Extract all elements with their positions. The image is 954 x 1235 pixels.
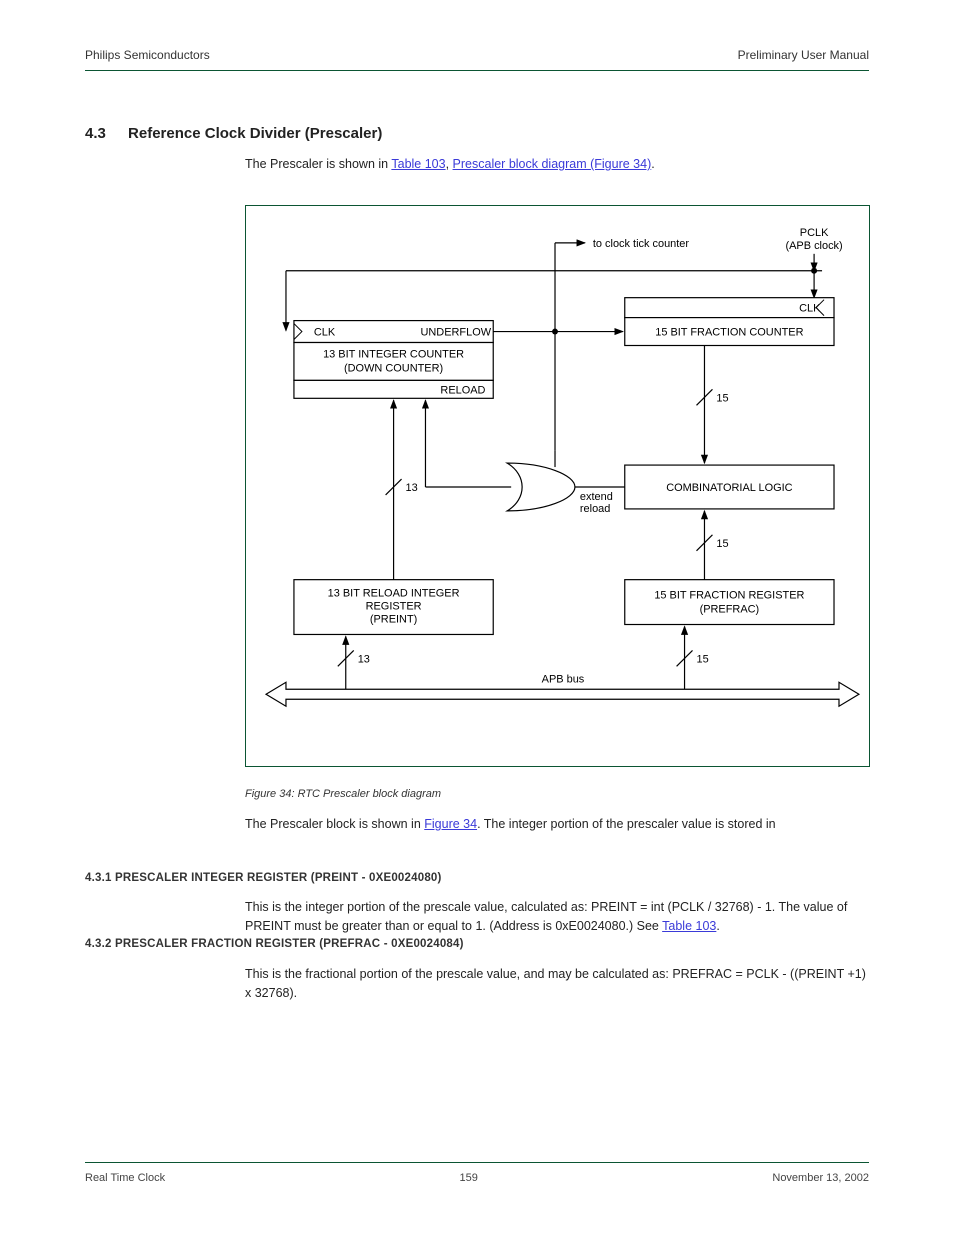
bus-width-15-c: 15 xyxy=(697,653,709,665)
p1-b: . The integer portion of the prescaler v… xyxy=(477,817,776,831)
paragraph-preint: This is the integer portion of the presc… xyxy=(245,898,869,936)
label-int-reg-l3: (PREINT) xyxy=(370,614,417,626)
label-comb-logic: COMBINATORIAL LOGIC xyxy=(666,482,792,494)
label-extend-reload-l2: reload xyxy=(580,503,610,515)
header-rule xyxy=(85,70,869,71)
bus-width-15-b: 15 xyxy=(716,538,728,550)
label-extend-reload-l1: extend xyxy=(580,491,613,503)
label-fraction-counter: 15 BIT FRACTION COUNTER xyxy=(655,327,803,339)
label-frac-reg-l2: (PREFRAC) xyxy=(700,604,760,616)
label-int-reg-l2: REGISTER xyxy=(366,601,422,613)
link-figure-34[interactable]: Prescaler block diagram (Figure 34) xyxy=(453,157,652,171)
p2-b: . xyxy=(716,919,719,933)
intro-ref-b: , xyxy=(446,157,453,171)
figure-caption: Figure 34: RTC Prescaler block diagram xyxy=(245,788,869,800)
intro-paragraph: The Prescaler is shown in Table 103, Pre… xyxy=(245,155,869,173)
subsection-preint: 4.3.1 PRESCALER INTEGER REGISTER (PREINT… xyxy=(85,872,442,884)
bus-width-13-b: 13 xyxy=(358,653,370,665)
link-figure-34-b[interactable]: Figure 34 xyxy=(424,817,477,831)
bus-width-13-a: 13 xyxy=(406,482,418,494)
label-pclk: PCLK xyxy=(800,227,829,239)
label-int-clk: CLK xyxy=(314,327,336,339)
link-table-103[interactable]: Table 103 xyxy=(391,157,445,171)
label-to-tick: to clock tick counter xyxy=(593,238,690,250)
bus-width-15-a: 15 xyxy=(716,392,728,404)
section-number: 4.3 xyxy=(85,125,106,142)
section-heading: Reference Clock Divider (Prescaler) xyxy=(128,125,382,142)
footer-right: November 13, 2002 xyxy=(772,1172,869,1184)
label-frac-clk: CLK xyxy=(799,303,821,315)
intro-ref-c: . xyxy=(651,157,654,171)
page-footer: Real Time Clock 159 November 13, 2002 xyxy=(85,1172,869,1184)
label-int-counter-l2: (DOWN COUNTER) xyxy=(344,362,443,374)
footer-page-number: 159 xyxy=(460,1172,478,1184)
apb-bus-arrow xyxy=(266,682,859,706)
label-apb-bus: APB bus xyxy=(542,673,585,685)
diagram-svg: PCLK (APB clock) CLK 15 BIT FRACTION COU… xyxy=(246,206,869,766)
label-int-counter-l1: 13 BIT INTEGER COUNTER xyxy=(323,348,464,360)
label-apb-clock: (APB clock) xyxy=(785,240,842,252)
p1-a: The Prescaler block is shown in xyxy=(245,817,424,831)
page-header: Philips Semiconductors Preliminary User … xyxy=(85,48,869,62)
section-title: 4.3 Reference Clock Divider (Prescaler) xyxy=(85,125,382,142)
header-left: Philips Semiconductors xyxy=(85,48,210,62)
label-int-reg-l1: 13 BIT RELOAD INTEGER xyxy=(328,588,460,600)
paragraph-prescaler-desc: The Prescaler block is shown in Figure 3… xyxy=(245,815,869,834)
intro-ref-a: The Prescaler is shown in xyxy=(245,157,391,171)
footer-left: Real Time Clock xyxy=(85,1172,165,1184)
label-underflow: UNDERFLOW xyxy=(420,327,491,339)
label-frac-reg-l1: 15 BIT FRACTION REGISTER xyxy=(654,590,804,602)
p2-a: This is the integer portion of the presc… xyxy=(245,900,847,933)
footer-rule xyxy=(85,1162,869,1163)
link-table-103-b[interactable]: Table 103 xyxy=(662,919,716,933)
subsection-prefrac: 4.3.2 PRESCALER FRACTION REGISTER (PREFR… xyxy=(85,938,464,950)
or-gate xyxy=(507,463,575,511)
paragraph-prefrac: This is the fractional portion of the pr… xyxy=(245,965,869,1003)
header-right: Preliminary User Manual xyxy=(738,48,869,62)
figure-prescaler-diagram: PCLK (APB clock) CLK 15 BIT FRACTION COU… xyxy=(245,205,870,767)
label-reload: RELOAD xyxy=(440,384,485,396)
